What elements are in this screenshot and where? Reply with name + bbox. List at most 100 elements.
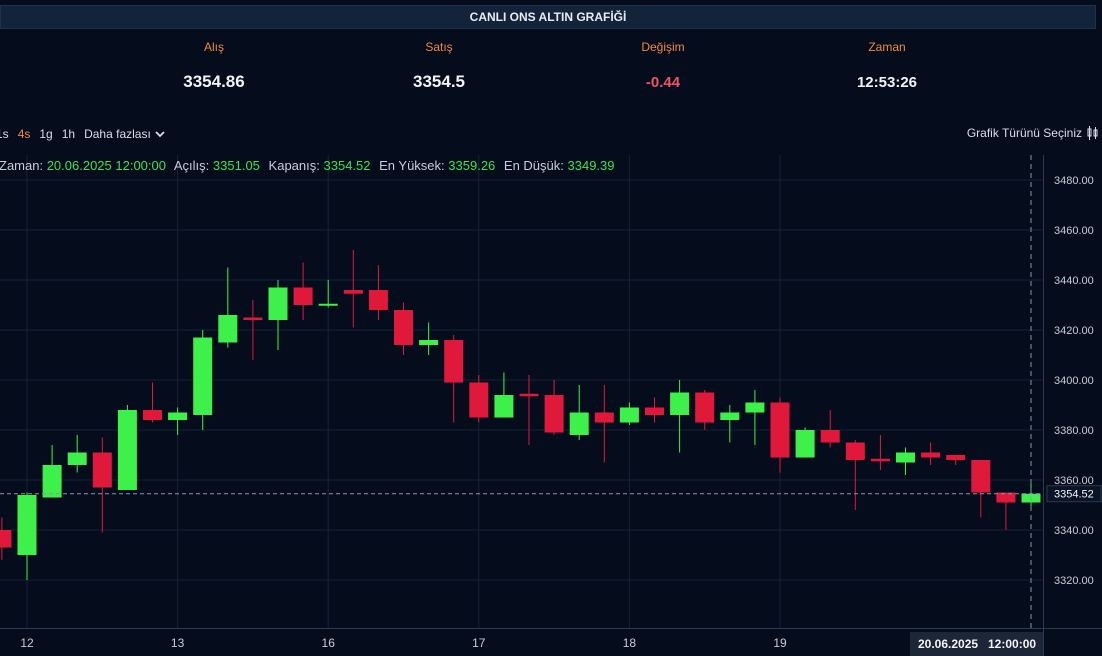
candle-body [770, 402, 790, 458]
candle [896, 447, 915, 475]
candle-body [368, 290, 388, 310]
candle-body [795, 430, 815, 458]
candle-body [268, 287, 288, 320]
candle-body [193, 337, 213, 415]
candle [469, 375, 489, 423]
candle [193, 330, 213, 430]
candle-body [820, 430, 840, 443]
candle-body [544, 395, 564, 433]
x-tick-label: 18 [623, 636, 637, 650]
candle [1021, 482, 1041, 508]
candle-body [243, 317, 263, 320]
candle-body [946, 455, 966, 460]
ohlc-time-label: Zaman: [0, 158, 44, 173]
candle-body [569, 412, 589, 435]
candle [720, 405, 740, 443]
candle [544, 380, 564, 435]
candle [268, 280, 288, 350]
candle-body [896, 452, 915, 463]
ohlc-time-value: 20.06.2025 12:00:00 [46, 158, 166, 173]
candle [645, 397, 664, 423]
candle [67, 435, 87, 473]
crosshair-time: 12:00:00 [988, 637, 1036, 651]
ohlc-open-value: 3351.05 [212, 158, 260, 173]
candle-body [92, 452, 112, 488]
candle-body [745, 402, 765, 413]
candle [946, 455, 966, 465]
x-tick-label: 12 [20, 636, 34, 650]
candle-body [117, 410, 137, 490]
ohlc-low-value: 3349.39 [567, 158, 615, 173]
ohlc-high-label: En Yüksek: [379, 158, 445, 173]
candle [795, 427, 815, 458]
candle-body [143, 410, 162, 420]
candle-body [394, 310, 413, 345]
candle-body [168, 412, 188, 420]
candle-body [444, 340, 464, 383]
candle [394, 302, 413, 355]
candle-body [670, 392, 690, 415]
candle [318, 280, 338, 308]
candle [0, 517, 12, 560]
candle-body [645, 407, 664, 415]
candle [921, 442, 941, 465]
candle [17, 492, 37, 580]
y-tick-label: 3460.00 [1054, 225, 1094, 237]
candle-body [870, 458, 890, 462]
candle [519, 375, 539, 445]
candle [569, 385, 589, 440]
candle-body [619, 407, 639, 423]
candle [293, 262, 313, 320]
candle [594, 385, 614, 463]
candle [870, 435, 890, 470]
x-tick-label: 13 [171, 636, 185, 650]
candle [444, 335, 464, 423]
candle [368, 265, 388, 320]
candle [670, 380, 690, 453]
candle-body [921, 452, 941, 458]
candle-body [695, 392, 715, 423]
y-tick-label: 3320.00 [1054, 575, 1094, 587]
crosshair-date: 20.06.2025 [918, 637, 978, 651]
candle [770, 397, 790, 473]
candle-body [17, 495, 37, 555]
x-tick-label: 17 [472, 636, 486, 650]
candle-body [343, 290, 363, 294]
y-tick-label: 3420.00 [1054, 325, 1094, 337]
candle-body [494, 395, 514, 418]
candle-body [469, 382, 489, 418]
candle [343, 250, 363, 328]
candle [619, 402, 639, 425]
ohlc-close-label: Kapanış: [268, 158, 320, 173]
candle-body [845, 442, 865, 460]
ohlc-low-label: En Düşük: [503, 158, 564, 173]
ohlc-close-value: 3354.52 [323, 158, 371, 173]
candle [820, 410, 840, 448]
x-tick-label: 19 [773, 636, 787, 650]
candle [92, 437, 112, 533]
candle [419, 322, 439, 355]
candle-body [0, 530, 12, 548]
y-tick-label: 3480.00 [1054, 175, 1094, 187]
candle [996, 492, 1016, 530]
ohlc-open-label: Açılış: [173, 158, 210, 173]
candle-body [42, 465, 62, 498]
candle [494, 372, 514, 418]
candle-body [594, 412, 614, 423]
y-tick-label: 3380.00 [1054, 425, 1094, 437]
y-tick-label: 3400.00 [1054, 375, 1094, 387]
candle-body [218, 315, 238, 343]
x-tick-label: 16 [322, 636, 336, 650]
last-price-label: 3354.52 [1054, 489, 1094, 501]
y-tick-label: 3340.00 [1054, 525, 1094, 537]
candle [42, 445, 62, 498]
y-tick-label: 3440.00 [1054, 275, 1094, 287]
candle-body [293, 287, 313, 305]
candle [168, 407, 188, 435]
candlestick-chart[interactable]: 3320.003340.003360.003380.003400.003420.… [0, 0, 1102, 656]
candle-body [67, 452, 87, 465]
candle [695, 390, 715, 430]
candle [143, 382, 162, 423]
ohlc-legend: Zaman: 20.06.2025 12:00:00 Açılış: 3351.… [0, 158, 620, 173]
candle [117, 405, 137, 490]
